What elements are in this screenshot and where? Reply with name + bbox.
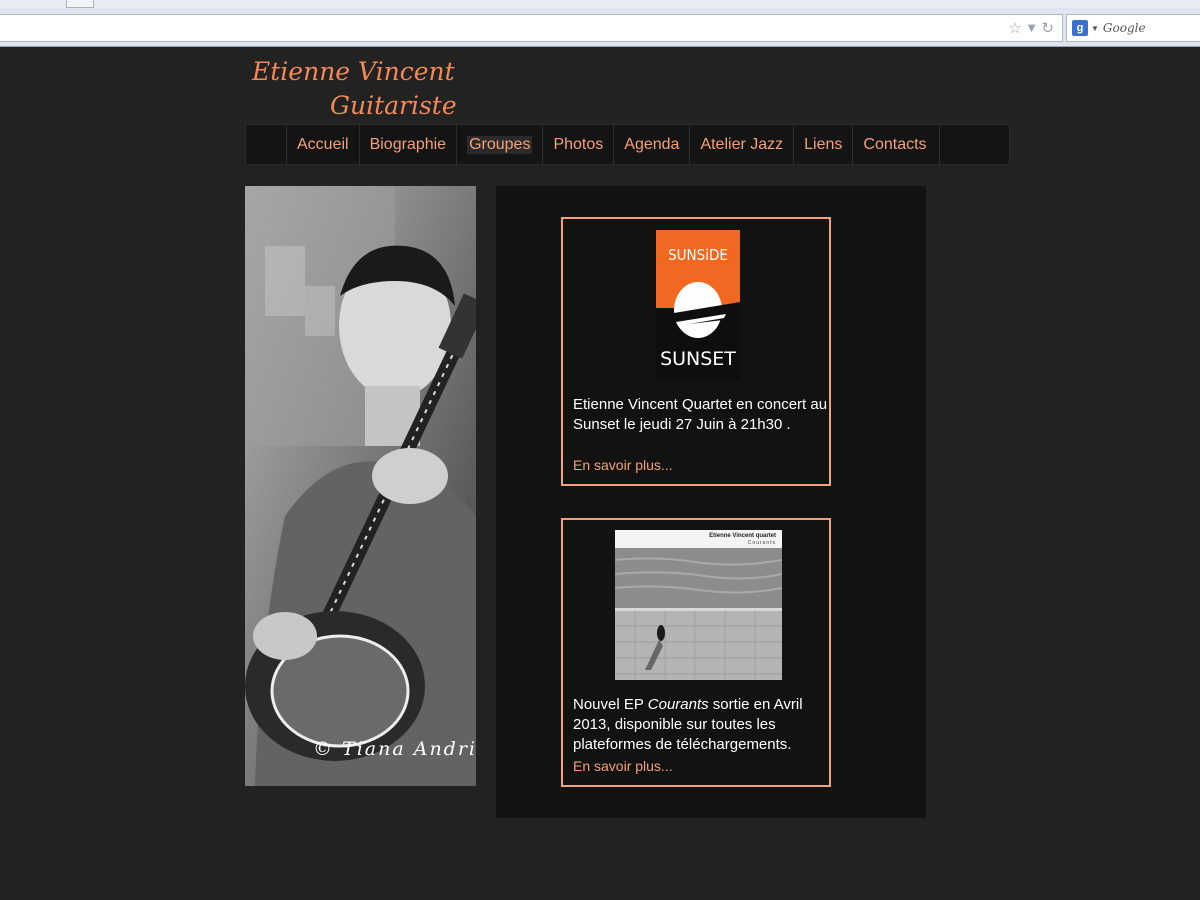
reload-icon[interactable]: ↻ xyxy=(1041,19,1054,37)
tab-strip xyxy=(0,0,1200,8)
news-text: Etienne Vincent Quartet en concert au Su… xyxy=(573,396,828,433)
courants-cover-graphic xyxy=(615,548,782,680)
nav-item-agenda[interactable]: Agenda xyxy=(613,125,689,165)
nav-item-biographie[interactable]: Biographie xyxy=(358,125,457,165)
nav-list: Accueil Biographie Groupes Photos Agenda… xyxy=(286,125,940,165)
nav-item-liens[interactable]: Liens xyxy=(793,125,852,165)
photo-credit: © Tiana Andri xyxy=(313,738,476,760)
address-bar-icons: ☆ ▼ ↻ xyxy=(1008,19,1054,37)
guitarist-photo: © Tiana Andri xyxy=(245,186,476,786)
nav-label: Groupes xyxy=(467,136,533,154)
nav-item-accueil[interactable]: Accueil xyxy=(286,125,359,165)
nav-label: Biographie xyxy=(369,136,447,153)
nav-label: Atelier Jazz xyxy=(700,136,784,153)
news-card-courants: Etienne Vincent quartet Courants Nouvel … xyxy=(561,518,831,787)
nav-label: Liens xyxy=(804,136,843,153)
search-engine-dropdown-icon[interactable]: ▼ xyxy=(1091,24,1099,33)
logo-name: Etienne Vincent xyxy=(252,57,455,86)
nav-label: Agenda xyxy=(624,136,680,153)
search-placeholder: Google xyxy=(1102,21,1146,35)
courants-artist: Etienne Vincent quartet xyxy=(709,533,776,539)
courants-title: Courants xyxy=(747,540,776,546)
browser-tab[interactable] xyxy=(66,0,94,8)
nav-item-groupes[interactable]: Groupes xyxy=(456,125,542,165)
sunside-sunset-logo[interactable]: SUNSiDE SUNSET xyxy=(656,230,740,380)
nav-label: Contacts xyxy=(863,136,927,153)
bookmark-star-icon[interactable]: ☆ xyxy=(1008,19,1021,37)
news-text-italic: Courants xyxy=(647,696,709,713)
search-box[interactable]: g ▼ Google xyxy=(1066,14,1200,42)
dropdown-arrow-icon[interactable]: ▼ xyxy=(1028,23,1036,34)
nav-item-contacts[interactable]: Contacts xyxy=(852,125,940,165)
nav-item-atelier-jazz[interactable]: Atelier Jazz xyxy=(689,125,793,165)
address-bar[interactable]: ☆ ▼ ↻ xyxy=(0,14,1063,42)
logo-subtitle: Guitariste xyxy=(330,91,457,120)
news-text: Nouvel EP Courants sortie en Avril 2013,… xyxy=(573,695,828,755)
nav-item-photos[interactable]: Photos xyxy=(542,125,613,165)
nav-label: Photos xyxy=(553,136,604,153)
guitarist-photo-illustration xyxy=(245,186,476,786)
news-panel: SUNSiDE SUNSET Etienne Vincent Quartet e… xyxy=(496,186,926,818)
main-navigation: Accueil Biographie Groupes Photos Agenda… xyxy=(245,124,1010,165)
read-more-link[interactable]: En savoir plus... xyxy=(573,457,673,473)
google-icon[interactable]: g xyxy=(1072,20,1088,36)
news-text-part: Nouvel EP xyxy=(573,696,648,713)
courants-album-cover[interactable]: Etienne Vincent quartet Courants xyxy=(615,530,782,680)
read-more-link[interactable]: En savoir plus... xyxy=(573,758,673,774)
nav-label: Accueil xyxy=(297,136,349,153)
news-card-sunset: SUNSiDE SUNSET Etienne Vincent Quartet e… xyxy=(561,217,831,486)
browser-toolbar: ☆ ▼ ↻ g ▼ Google xyxy=(0,0,1200,47)
site-logo[interactable]: Etienne Vincent Guitariste xyxy=(250,56,470,122)
sunset-label: SUNSET xyxy=(660,348,736,370)
